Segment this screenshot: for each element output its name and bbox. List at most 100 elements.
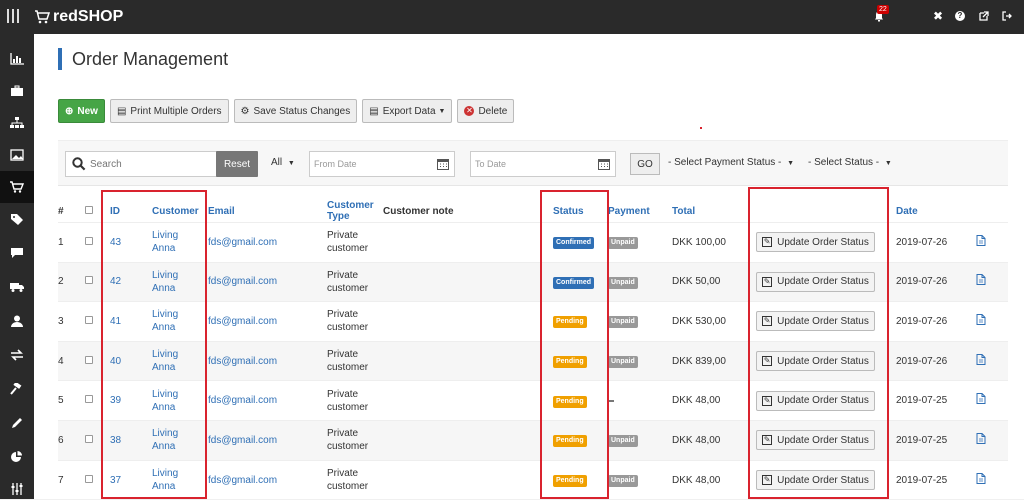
row-num: 2 (58, 261, 85, 302)
payment-badge: Unpaid (608, 356, 638, 369)
customer-type: Private customer (327, 222, 383, 263)
caret-down-icon: ▼ (438, 107, 446, 115)
tag-icon[interactable] (9, 211, 25, 227)
notifications-button[interactable]: 22 (871, 5, 889, 24)
col-num: # (58, 205, 64, 217)
joomla-icon[interactable]: ✖ (930, 8, 946, 24)
email-link[interactable]: fds@gmail.com (208, 276, 277, 287)
row-checkbox[interactable] (85, 236, 93, 245)
calendar-icon[interactable] (437, 158, 449, 170)
row-checkbox[interactable] (85, 276, 93, 285)
brand-logo[interactable]: redSHOP (34, 7, 123, 27)
comment-icon[interactable] (9, 245, 25, 261)
customer-note (383, 380, 553, 421)
email-link[interactable]: fds@gmail.com (208, 237, 277, 248)
row-num: 7 (58, 459, 85, 500)
sliders-icon[interactable] (9, 481, 25, 497)
reset-button[interactable]: Reset (216, 151, 258, 177)
sitemap-icon[interactable] (9, 115, 25, 131)
pie-chart-icon[interactable] (9, 449, 25, 465)
pencil-icon[interactable] (9, 415, 25, 431)
row-checkbox[interactable] (85, 474, 93, 483)
dashboard-icon[interactable] (9, 51, 25, 67)
row-checkbox[interactable] (85, 395, 93, 404)
col-customer-type[interactable]: Customer Type (327, 194, 383, 223)
marker-dot (700, 127, 702, 129)
calendar-icon[interactable] (598, 158, 610, 170)
cart-icon (35, 10, 50, 24)
row-num: 1 (58, 222, 85, 263)
order-total: DKK 48,00 (672, 459, 756, 500)
status-select[interactable]: - Select Status - ▼ (808, 157, 892, 168)
pdf-icon[interactable] (976, 353, 986, 365)
to-date-input[interactable]: To Date (470, 151, 616, 177)
col-payment[interactable]: Payment (608, 194, 672, 223)
pdf-icon[interactable] (976, 274, 986, 286)
limit-select[interactable]: All ▼ (271, 157, 295, 168)
row-num: 3 (58, 301, 85, 342)
row-checkbox[interactable] (85, 315, 93, 324)
col-customer-note: Customer note (383, 205, 454, 217)
go-button[interactable]: GO (630, 153, 660, 175)
order-total: DKK 48,00 (672, 380, 756, 421)
row-checkbox[interactable] (85, 355, 93, 364)
delete-button[interactable]: ✕ Delete (457, 99, 515, 123)
brand-name: redSHOP (53, 8, 124, 25)
cart-nav-icon[interactable] (0, 171, 34, 203)
col-date[interactable]: Date (896, 194, 976, 223)
print-multiple-orders-button[interactable]: ▤ Print Multiple Orders (109, 99, 229, 123)
user-icon[interactable] (9, 313, 25, 329)
pdf-icon[interactable] (976, 472, 986, 484)
search-input[interactable] (90, 152, 220, 176)
row-checkbox[interactable] (85, 434, 93, 443)
col-total[interactable]: Total (672, 194, 756, 223)
gavel-icon[interactable] (9, 381, 25, 397)
order-total: DKK 839,00 (672, 340, 756, 381)
logout-icon[interactable] (999, 8, 1015, 24)
print-icon: ▤ (116, 105, 127, 117)
order-total: DKK 100,00 (672, 222, 756, 263)
save-status-changes-button[interactable]: ⚙ Save Status Changes (233, 99, 358, 123)
email-link[interactable]: fds@gmail.com (208, 395, 277, 406)
external-link-icon[interactable] (976, 8, 992, 24)
caret-down-icon: ▼ (787, 160, 795, 167)
payment-badge: Unpaid (608, 237, 638, 250)
order-date: 2019-07-25 (896, 419, 976, 461)
customer-note (383, 419, 553, 461)
row-num: 6 (58, 419, 85, 461)
col-email[interactable]: Email (208, 194, 327, 223)
toolbar: ⊕ New ▤ Print Multiple Orders ⚙ Save Status… (58, 99, 515, 123)
briefcase-icon[interactable] (9, 83, 25, 99)
truck-icon[interactable] (9, 279, 25, 295)
col-pdf (976, 194, 1008, 223)
from-date-input[interactable]: From Date (309, 151, 455, 177)
email-link[interactable]: fds@gmail.com (208, 475, 277, 486)
pdf-icon[interactable] (976, 313, 986, 325)
notification-badge: 22 (877, 5, 889, 14)
hamburger-icon[interactable] (7, 9, 21, 23)
pdf-icon[interactable] (976, 393, 986, 405)
new-button[interactable]: ⊕ New (58, 99, 105, 123)
page-title: Order Management (58, 48, 228, 70)
export-data-button[interactable]: ▤ Export Data ▼ (362, 99, 453, 123)
order-date: 2019-07-26 (896, 301, 976, 342)
exchange-icon[interactable] (9, 347, 25, 363)
help-icon[interactable]: ? (952, 8, 968, 24)
caret-down-icon: ▼ (287, 160, 295, 167)
order-date: 2019-07-25 (896, 380, 976, 421)
select-all-checkbox[interactable] (85, 205, 93, 214)
gears-icon: ⚙ (240, 105, 250, 117)
image-icon[interactable] (9, 147, 25, 163)
payment-status-select[interactable]: - Select Payment Status - ▼ (668, 157, 794, 168)
email-link[interactable]: fds@gmail.com (208, 316, 277, 327)
order-date: 2019-07-26 (896, 340, 976, 381)
email-link[interactable]: fds@gmail.com (208, 356, 277, 367)
payment-badge: Unpaid (608, 276, 638, 289)
customer-note (383, 261, 553, 302)
pdf-icon[interactable] (976, 432, 986, 444)
email-link[interactable]: fds@gmail.com (208, 435, 277, 446)
pdf-icon[interactable] (976, 234, 986, 246)
caret-down-icon: ▼ (884, 160, 892, 167)
customer-type: Private customer (327, 419, 383, 461)
customer-note (383, 301, 553, 342)
